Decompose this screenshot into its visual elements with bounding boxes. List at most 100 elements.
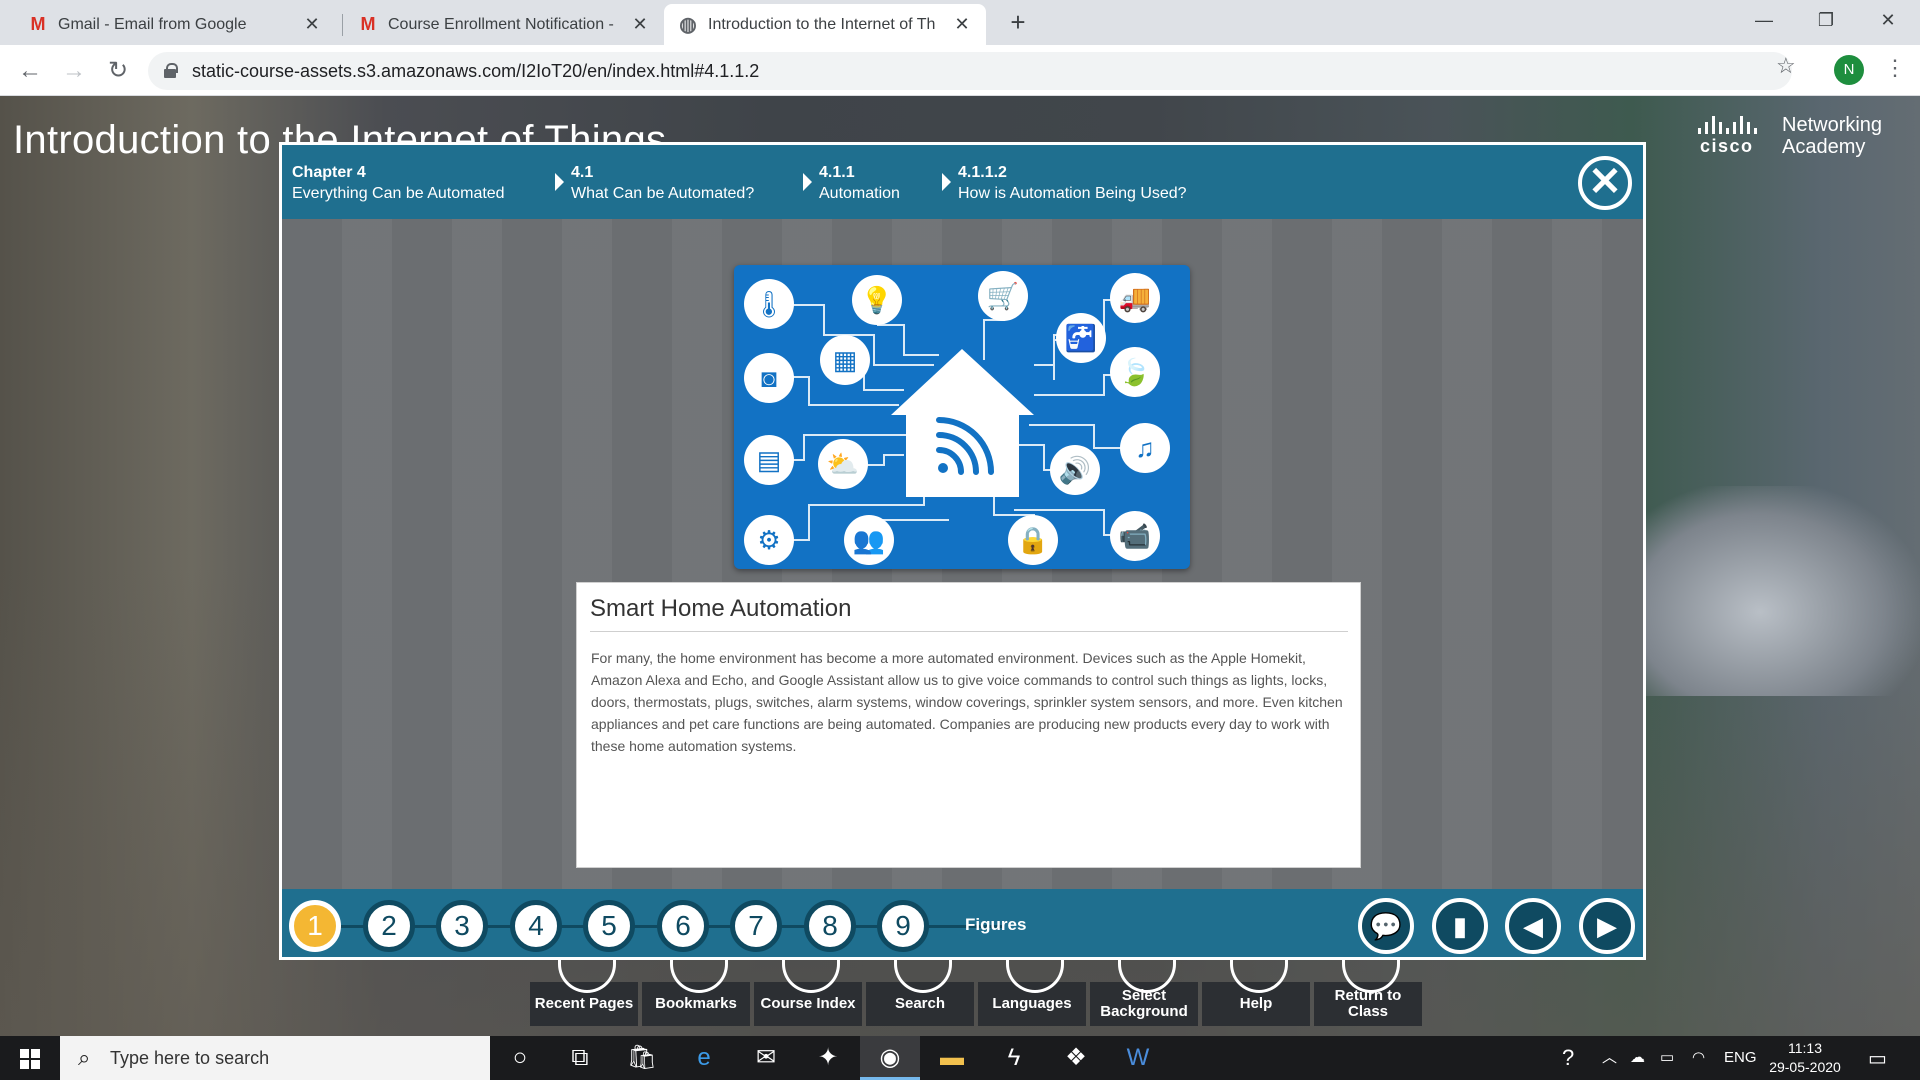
previous-icon[interactable]: ◀ <box>1505 898 1561 954</box>
tab-course-enrollment[interactable]: M Course Enrollment Notification - ✕ <box>344 4 664 45</box>
breadcrumb-topic[interactable]: 4.1.1 Automation <box>819 162 900 204</box>
close-window-button[interactable]: ✕ <box>1858 0 1918 40</box>
page-button-6[interactable]: 6 <box>657 900 709 952</box>
close-modal-button[interactable]: ✕ <box>1578 156 1632 210</box>
languages-button[interactable]: Languages <box>978 960 1086 1026</box>
windows-start-button[interactable] <box>0 1036 60 1080</box>
speaker-box-icon: ◙ <box>744 353 794 403</box>
modal-footer: 1 2 3 4 5 6 7 8 9 Figures 💬 ▮ ◀ ▶ <box>282 889 1643 957</box>
chrome-icon[interactable]: ◉ <box>860 1036 920 1080</box>
comment-icon[interactable]: 💬 <box>1358 898 1414 954</box>
show-hidden-icons[interactable]: ︿ <box>1602 1036 1617 1080</box>
breadcrumb-chapter[interactable]: Chapter 4 Everything Can be Automated <box>292 162 505 204</box>
action-center-icon[interactable]: ▭ <box>1868 1046 1892 1070</box>
breadcrumb-arrow-icon <box>803 173 812 191</box>
wifi-icon[interactable]: ◠ <box>1692 1036 1705 1080</box>
tab-gmail[interactable]: M Gmail - Email from Google ✕ <box>14 4 336 45</box>
breadcrumb-number: 4.1 <box>571 164 594 181</box>
tab-title: Introduction to the Internet of Th <box>708 15 936 33</box>
store-icon[interactable]: 🛍 <box>612 1036 672 1080</box>
back-icon[interactable]: ← <box>14 55 46 87</box>
taskbar-search-placeholder: Type here to search <box>110 1048 270 1068</box>
taskbar-search-box[interactable]: ⌕ Type here to search <box>60 1036 490 1080</box>
reload-icon[interactable]: ↻ <box>102 55 134 87</box>
search-button[interactable]: Search <box>866 960 974 1026</box>
address-bar[interactable]: static-course-assets.s3.amazonaws.com/I2… <box>148 52 1792 90</box>
tab-title: Course Enrollment Notification - <box>388 15 614 33</box>
lock-icon <box>164 63 178 78</box>
bookmarks-button[interactable]: Bookmarks <box>642 960 750 1026</box>
breadcrumb-number: Chapter 4 <box>292 164 366 181</box>
breadcrumb-label: Automation <box>819 185 900 202</box>
page-button-7[interactable]: 7 <box>730 900 782 952</box>
weather-icon: ⛅ <box>818 439 868 489</box>
clock-date: 29-05-2020 <box>1769 1059 1841 1075</box>
task-view-icon[interactable]: ⧉ <box>550 1036 610 1080</box>
restore-button[interactable]: ❐ <box>1796 0 1856 40</box>
gears-icon: ⚙ <box>744 515 794 565</box>
lightning-app-icon[interactable]: ϟ <box>984 1036 1044 1080</box>
course-content-modal: Chapter 4 Everything Can be Automated 4.… <box>279 142 1646 960</box>
dropbox-icon[interactable]: ❖ <box>1046 1036 1106 1080</box>
thermometer-icon: 🌡 <box>744 279 794 329</box>
lightbulb-icon: 💡 <box>852 275 902 325</box>
clock-time: 11:13 <box>1788 1040 1822 1056</box>
minimize-button[interactable]: — <box>1734 0 1794 40</box>
close-tab-icon[interactable]: ✕ <box>630 14 650 35</box>
logo-line-2: Academy <box>1782 136 1866 158</box>
bookmark-star-icon[interactable]: ☆ <box>1776 53 1796 79</box>
file-explorer-icon[interactable]: ▬ <box>922 1036 982 1080</box>
breadcrumb-label: How is Automation Being Used? <box>958 185 1187 202</box>
gmail-icon: M <box>30 14 46 34</box>
next-icon[interactable]: ▶ <box>1579 898 1635 954</box>
content-title: Smart Home Automation <box>590 595 852 622</box>
close-tab-icon[interactable]: ✕ <box>302 14 322 35</box>
mail-icon[interactable]: ✉ <box>736 1036 796 1080</box>
content-divider <box>590 631 1348 632</box>
course-index-button[interactable]: Course Index <box>754 960 862 1026</box>
calendar-icon: ▤ <box>744 435 794 485</box>
page-button-1[interactable]: 1 <box>289 900 341 952</box>
onedrive-icon[interactable]: ☁ <box>1630 1036 1645 1080</box>
figures-link[interactable]: Figures <box>965 915 1026 935</box>
cisco-wordmark: cisco <box>1700 136 1754 156</box>
select-background-button[interactable]: Select Background <box>1090 960 1198 1026</box>
tab-introduction-iot[interactable]: ◍ Introduction to the Internet of Th ✕ <box>664 4 986 45</box>
edge-icon[interactable]: e <box>674 1036 734 1080</box>
background-car <box>1600 486 1920 696</box>
content-card: Smart Home Automation For many, the home… <box>576 582 1361 868</box>
page-button-8[interactable]: 8 <box>804 900 856 952</box>
breadcrumb-page[interactable]: 4.1.1.2 How is Automation Being Used? <box>958 162 1187 204</box>
page-button-4[interactable]: 4 <box>510 900 562 952</box>
breadcrumb-number: 4.1.1 <box>819 164 855 181</box>
url-text[interactable]: static-course-assets.s3.amazonaws.com/I2… <box>192 61 759 82</box>
breadcrumb-number: 4.1.1.2 <box>958 164 1007 181</box>
battery-icon[interactable]: ▭ <box>1660 1036 1674 1080</box>
search-icon: ⌕ <box>78 1045 91 1070</box>
forward-icon[interactable]: → <box>58 55 90 87</box>
browser-menu-icon[interactable]: ⋮ <box>1884 55 1906 81</box>
content-body: For many, the home environment has becom… <box>591 650 1343 754</box>
modal-header: Chapter 4 Everything Can be Automated 4.… <box>282 145 1643 219</box>
new-tab-button[interactable]: + <box>1004 8 1032 36</box>
page-button-3[interactable]: 3 <box>436 900 488 952</box>
return-to-class-button[interactable]: Return to Class <box>1314 960 1422 1026</box>
breadcrumb-section[interactable]: 4.1 What Can be Automated? <box>571 162 754 204</box>
page-button-2[interactable]: 2 <box>363 900 415 952</box>
bookmark-icon[interactable]: ▮ <box>1432 898 1488 954</box>
language-indicator[interactable]: ENG <box>1724 1036 1757 1080</box>
delivery-truck-icon: 🚚 <box>1110 273 1160 323</box>
word-icon[interactable]: W <box>1108 1036 1168 1080</box>
cortana-icon[interactable]: ○ <box>490 1036 550 1080</box>
profile-avatar[interactable]: N <box>1834 55 1864 85</box>
help-button[interactable]: Help <box>1202 960 1310 1026</box>
app-icon[interactable]: ✦ <box>798 1036 858 1080</box>
system-clock[interactable]: 11:13 29-05-2020 <box>1760 1039 1850 1077</box>
help-tray-icon[interactable]: ? <box>1562 1036 1574 1080</box>
recent-pages-button[interactable]: Recent Pages <box>530 960 638 1026</box>
close-tab-icon[interactable]: ✕ <box>952 14 972 35</box>
cart-icon: 🛒 <box>978 271 1028 321</box>
breadcrumb-label: What Can be Automated? <box>571 185 755 202</box>
page-button-9[interactable]: 9 <box>877 900 929 952</box>
page-button-5[interactable]: 5 <box>583 900 635 952</box>
